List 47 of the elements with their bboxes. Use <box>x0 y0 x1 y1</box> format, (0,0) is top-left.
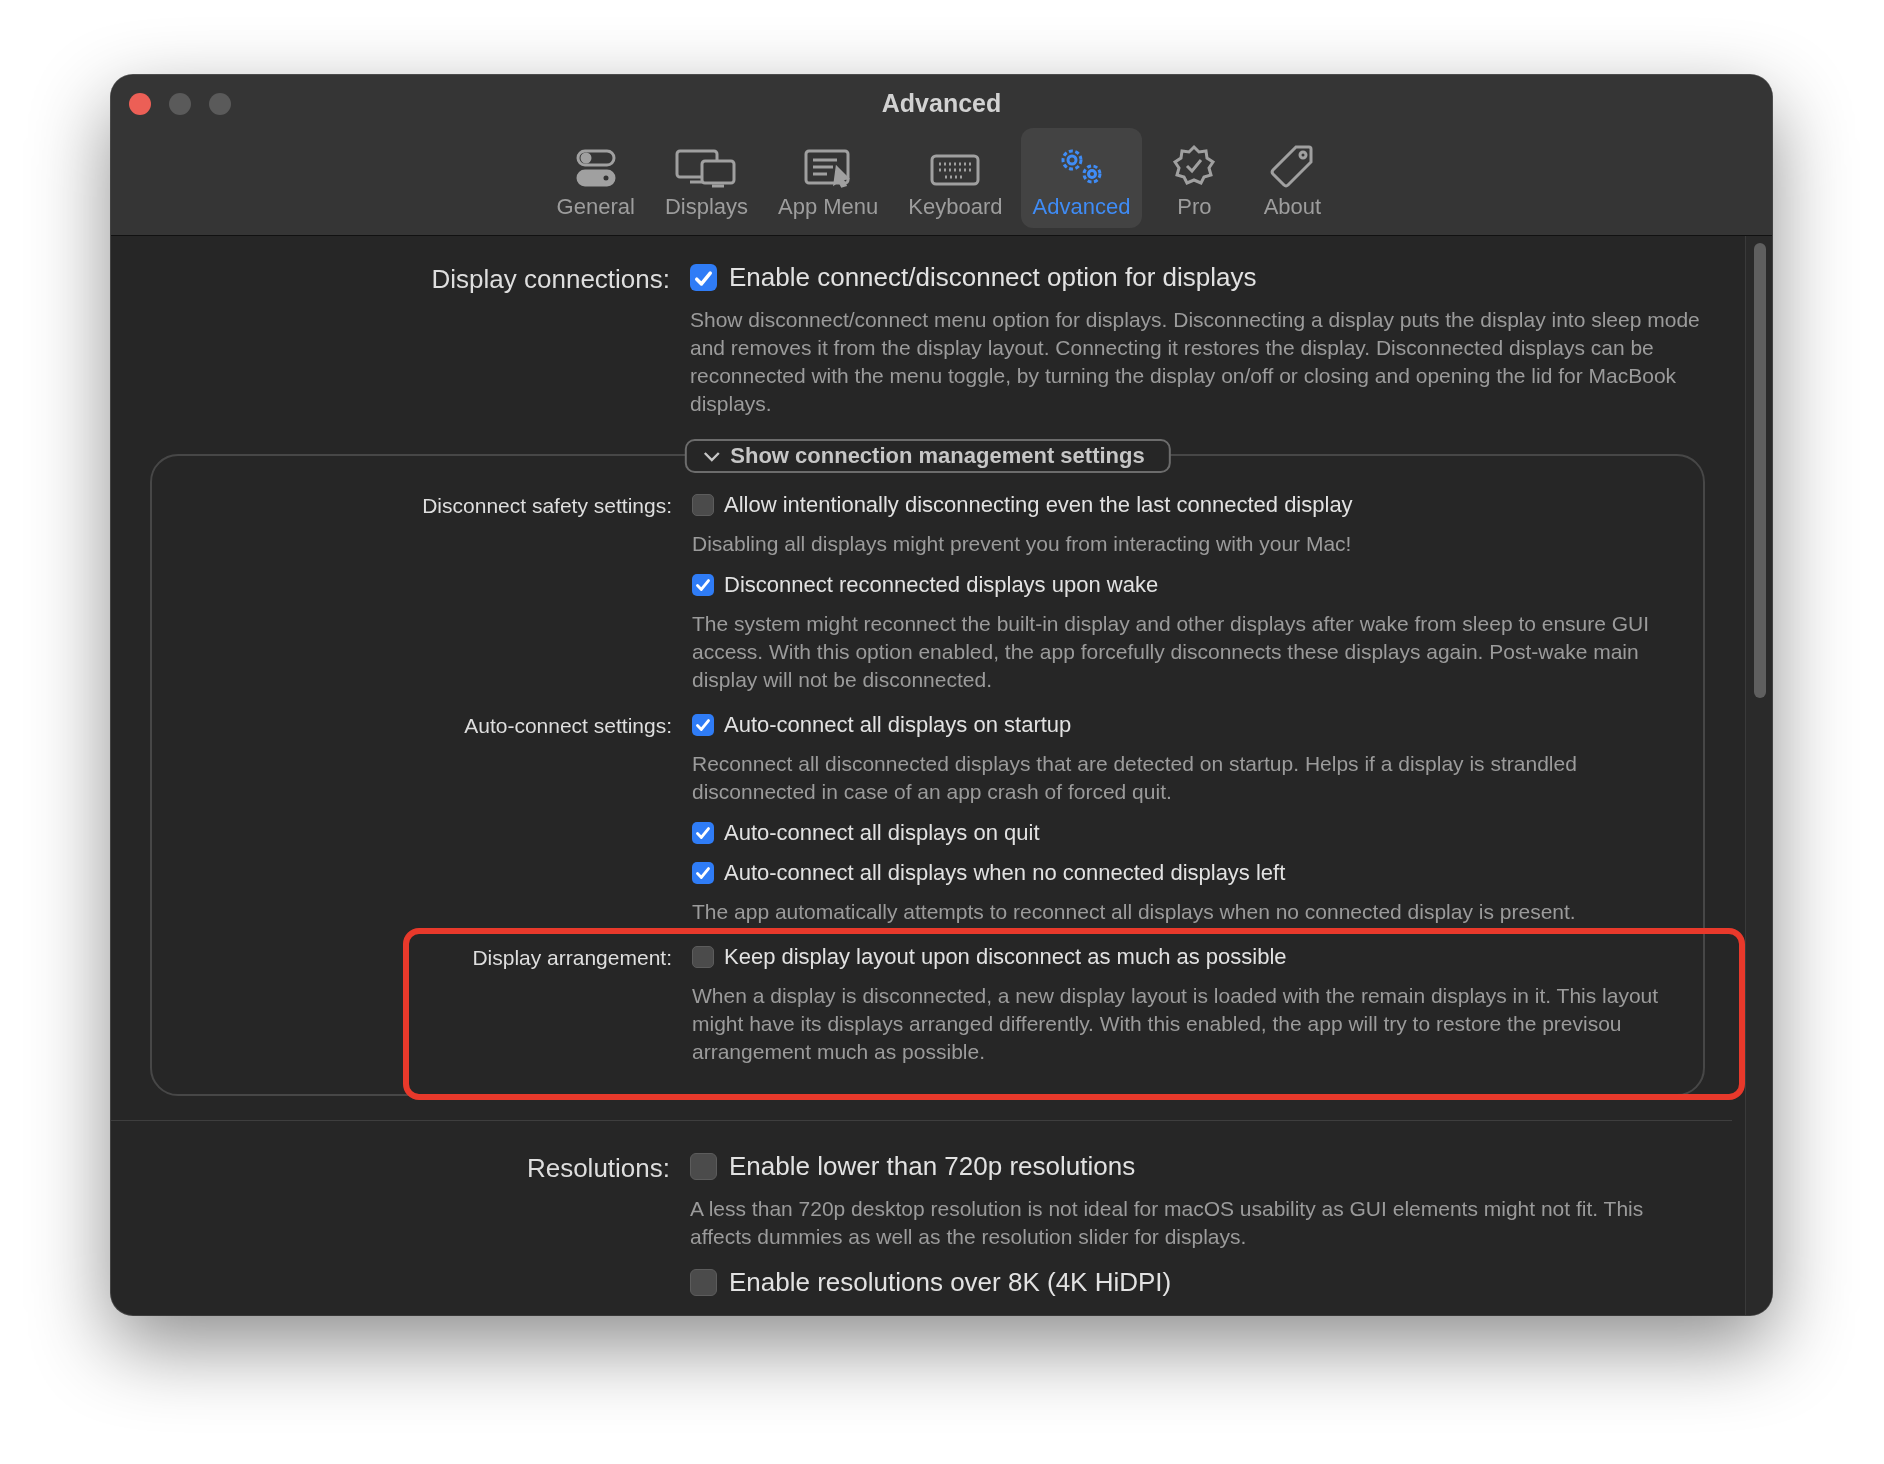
toolbar-tab[interactable]: Pro <box>1148 128 1241 228</box>
option-description: When a display is disconnected, a new display layout is loaded with the remain displays in it. This layout might have its displays arranged differently. With this enabled, the app will try to restore the previsou arrangement much as possible. <box>692 983 1660 1065</box>
toolbar-tab[interactable]: Displays <box>652 128 761 228</box>
toolbar-tab[interactable]: Keyboard <box>896 128 1015 228</box>
option-label[interactable]: Keep display layout upon disconnect as much as possible <box>724 942 1287 972</box>
tag-icon <box>1270 144 1315 188</box>
checkbox[interactable] <box>692 714 714 736</box>
setting-label: Display arrangement: <box>471 945 672 971</box>
option-description: A less than 720p desktop resolution is not ideal for macOS usability as GUI elements might not fit. This affects dummies as well as the resolution slider for displays. <box>690 1196 1645 1250</box>
close-button[interactable] <box>129 93 151 115</box>
option-label[interactable]: Allow intentionally disconnecting even the last connected display <box>724 490 1353 520</box>
setting-label: Auto-connect settings: <box>463 713 672 739</box>
toolbar-tab[interactable]: About <box>1246 128 1339 228</box>
option-description: Reconnect all disconnected displays that are detected on startup. Helps if a display is strandled disconnected in case of an app crash of forced quit. <box>692 751 1578 805</box>
checkbox[interactable] <box>690 1152 717 1180</box>
checkbox[interactable] <box>692 574 714 596</box>
disclosure-button[interactable]: Show connection management settings <box>684 439 1171 473</box>
badge-check-icon <box>1172 144 1217 188</box>
checkbox[interactable] <box>692 946 714 968</box>
option-label[interactable]: Auto-connect all displays when no connected displays left <box>724 858 1286 888</box>
displays-icon <box>674 148 739 188</box>
scrollbar[interactable] <box>1754 243 1766 698</box>
toolbar-tab[interactable]: General <box>544 128 647 228</box>
option-label[interactable]: Disconnect reconnected displays upon wake <box>724 570 1159 600</box>
checkbox[interactable] <box>692 862 714 884</box>
checkbox[interactable] <box>692 822 714 844</box>
window-title: Advanced <box>881 88 1002 118</box>
checkbox[interactable] <box>690 263 717 291</box>
option-label[interactable]: Enable resolutions over 8K (4K HiDPI) <box>729 1263 1172 1301</box>
checkbox[interactable] <box>690 1268 717 1296</box>
keyboard-icon <box>929 152 982 188</box>
option-label[interactable]: Auto-connect all displays on quit <box>724 818 1040 848</box>
option-label[interactable]: Enable lower than 720p resolutions <box>729 1147 1136 1185</box>
setting-label: Display connections: <box>430 263 670 296</box>
option-description: Show disconnect/connect menu option for displays. Disconnecting a display puts the display into sleep mode and removes it from the display layout. Connecting it restores the display. Disconnected displays can be reconnected with the menu toggle, by turning the display on/off or closing and opening the lid for MacBook displays. <box>690 307 1701 417</box>
setting-label: Resolutions: <box>525 1152 670 1185</box>
zoom-button[interactable] <box>209 93 231 115</box>
toolbar-tab[interactable]: App Menu <box>766 128 891 228</box>
option-description: The system might reconnect the built-in display and other displays after wake from sleep to ensure GUI access. With this option enabled, the app forcefully disconnects these displays again. Post-wake main display will not be disconnected. <box>692 611 1651 693</box>
option-label[interactable]: Auto-connect all displays on startup <box>724 710 1072 740</box>
option-label[interactable]: Enable connect/disconnect option for displays <box>729 258 1257 296</box>
checkbox[interactable] <box>692 494 714 516</box>
option-description: Disabling all displays might prevent you from interacting with your Mac! <box>692 531 1353 557</box>
option-description: The app automatically attempts to reconnect all displays when no connected display is present. <box>692 899 1577 925</box>
chevron-icon <box>702 450 721 462</box>
setting-label: Disconnect safety settings: <box>421 493 672 519</box>
minimize-button[interactable] <box>169 93 191 115</box>
